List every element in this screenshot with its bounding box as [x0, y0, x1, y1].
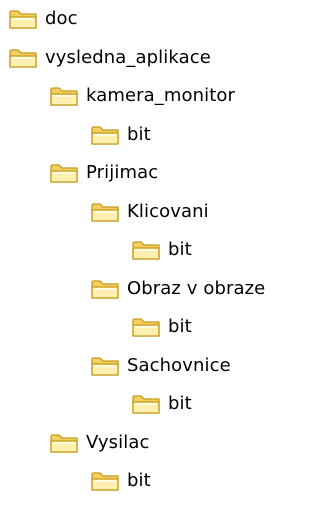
- folder-icon: [9, 49, 37, 68]
- folder-icon: [50, 434, 78, 453]
- tree-item-bit[interactable]: bit: [90, 119, 151, 151]
- tree-item-label: vysledna_aplikace: [45, 47, 211, 68]
- tree-item-label: Sachovnice: [127, 355, 231, 376]
- folder-icon: [132, 395, 160, 414]
- tree-item-bit[interactable]: bit: [131, 234, 192, 266]
- folder-icon: [91, 126, 119, 145]
- folder-icon: [91, 280, 119, 299]
- tree-item-label: Prijimac: [86, 162, 159, 183]
- folder-icon: [50, 87, 78, 106]
- tree-item-label: Obraz v obraze: [127, 278, 266, 299]
- folder-icon: [132, 241, 160, 260]
- folder-icon: [91, 203, 119, 222]
- tree-item-label: bit: [168, 316, 192, 337]
- folder-icon: [9, 10, 37, 29]
- tree-item-label: Vysilac: [86, 432, 150, 453]
- folder-icon: [91, 357, 119, 376]
- tree-item-obraz-v-obraze[interactable]: Obraz v obraze: [90, 273, 265, 305]
- tree-item-bit[interactable]: bit: [90, 465, 151, 497]
- folder-icon: [132, 318, 160, 337]
- tree-item-klicovani[interactable]: Klicovani: [90, 196, 209, 228]
- tree-item-doc[interactable]: doc: [8, 3, 78, 35]
- tree-item-bit[interactable]: bit: [131, 388, 192, 420]
- tree-item-label: bit: [168, 393, 192, 414]
- tree-item-label: bit: [168, 239, 192, 260]
- folder-icon: [91, 472, 119, 491]
- tree-item-vysledna-aplikace[interactable]: vysledna_aplikace: [8, 42, 211, 74]
- tree-item-label: Klicovani: [127, 201, 209, 222]
- tree-item-kamera-monitor[interactable]: kamera_monitor: [49, 80, 235, 112]
- folder-icon: [50, 164, 78, 183]
- tree-item-label: bit: [127, 124, 151, 145]
- tree-item-prijimac[interactable]: Prijimac: [49, 157, 158, 189]
- tree-item-bit[interactable]: bit: [131, 311, 192, 343]
- tree-item-label: doc: [45, 8, 78, 29]
- folder-tree: doc vysledna_aplikace kamera_monitor bit…: [0, 0, 311, 507]
- tree-item-sachovnice[interactable]: Sachovnice: [90, 350, 231, 382]
- tree-item-vysilac[interactable]: Vysilac: [49, 427, 150, 459]
- tree-item-label: bit: [127, 470, 151, 491]
- tree-item-label: kamera_monitor: [86, 85, 236, 106]
